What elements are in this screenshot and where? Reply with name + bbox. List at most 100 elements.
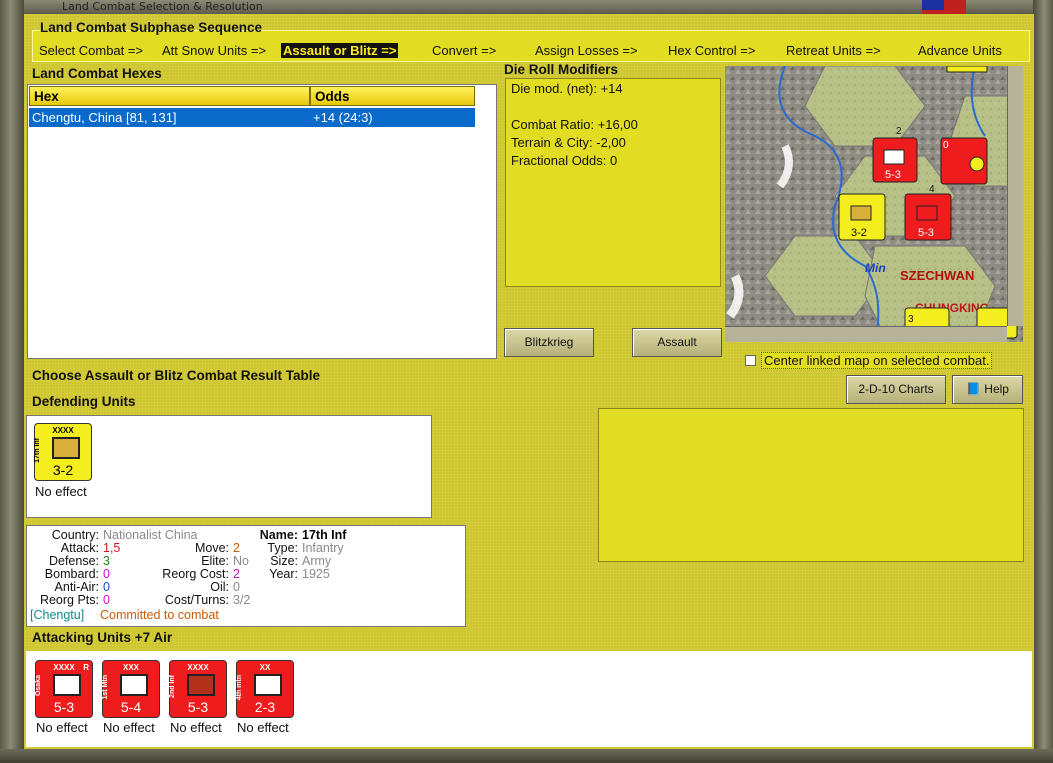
- mod-line: Terrain & City: -2,00: [511, 135, 626, 150]
- step-select-combat[interactable]: Select Combat =>: [39, 43, 143, 58]
- map-unit-number: 3: [908, 314, 914, 325]
- info-key: Elite:: [201, 554, 229, 568]
- info-key: Cost/Turns:: [164, 593, 229, 607]
- choose-crt-label: Choose Assault or Blitz Combat Result Ta…: [32, 368, 321, 383]
- book-icon: 📘: [966, 382, 981, 396]
- attacking-unit-counter[interactable]: XXXX R Osaka 5-3: [35, 660, 93, 718]
- info-key: Name:: [259, 528, 298, 542]
- attacking-unit-counter[interactable]: XXX 1st Mtn 5-4: [102, 660, 160, 718]
- window-frame-left: [0, 0, 24, 763]
- info-key: Bombard:: [44, 567, 99, 581]
- info-defense: 3: [103, 554, 110, 568]
- info-key: Oil:: [210, 580, 229, 594]
- mountain-infantry-icon: [120, 674, 148, 696]
- svg-text:3-2: 3-2: [851, 227, 867, 239]
- mod-line: Fractional Odds: 0: [511, 153, 618, 168]
- unit-strength: 3-2: [52, 462, 74, 478]
- info-year: 1925: [302, 567, 330, 581]
- unit-name: Osaka: [35, 675, 42, 697]
- table-row[interactable]: Chengtu, China [81, 131] +14 (24:3): [29, 108, 475, 127]
- info-key: Country:: [51, 528, 99, 542]
- attacking-effect: No effect: [103, 720, 155, 735]
- window-frame-bottom: [0, 749, 1053, 763]
- attacking-unit-counter[interactable]: XX 4th mtn 2-3: [236, 660, 294, 718]
- defending-unit-counter[interactable]: XXXX 17th Inf 3-2: [34, 423, 92, 481]
- info-oil: 0: [233, 580, 240, 594]
- assault-button[interactable]: Assault: [632, 328, 722, 357]
- map-unit-number: 4: [929, 184, 935, 195]
- info-key: Reorg Pts:: [39, 593, 99, 607]
- svg-text:5-3: 5-3: [885, 169, 901, 181]
- hex-cell: Chengtu, China [81, 131]: [32, 110, 177, 125]
- map-vertical-scrollbar[interactable]: [1007, 66, 1023, 326]
- unit-info-panel: Country: Nationalist China Attack: 1,5 D…: [26, 525, 466, 627]
- info-key: Defense:: [48, 554, 99, 568]
- unit-strength: 5-4: [120, 699, 142, 715]
- step-retreat-units[interactable]: Retreat Units =>: [786, 43, 881, 58]
- info-key: Anti-Air:: [54, 580, 99, 594]
- mod-line: Die mod. (net): +14: [511, 81, 623, 96]
- unit-strength: 5-3: [53, 699, 75, 715]
- info-reorg-pts: 0: [103, 593, 110, 607]
- unit-name: 4th mtn: [236, 675, 243, 701]
- unit-name: 1st Mtn: [102, 675, 109, 700]
- info-location: [Chengtu]: [30, 608, 85, 622]
- unit-size: XXXX: [187, 663, 209, 672]
- step-assign-losses[interactable]: Assign Losses =>: [535, 43, 638, 58]
- help-label: Help: [984, 382, 1009, 396]
- window-frame-right: [1033, 0, 1053, 763]
- title-bar: Land Combat Selection & Resolution: [0, 0, 1053, 14]
- map-svg: Min SZECHWAN CHUNGKING 5-3 5-3 3-2 2 4 0…: [725, 66, 1023, 342]
- attacking-effect: No effect: [170, 720, 222, 735]
- info-key: Reorg Cost:: [162, 567, 229, 581]
- column-hex[interactable]: Hex: [29, 86, 310, 106]
- modifiers-panel: Die mod. (net): +14 Combat Ratio: +16,00…: [505, 78, 721, 287]
- combat-result-panel: [598, 408, 1024, 562]
- info-key: Move:: [194, 541, 229, 555]
- step-advance-units[interactable]: Advance Units: [918, 43, 1002, 58]
- window-title: Land Combat Selection & Resolution: [62, 0, 263, 13]
- defending-effect: No effect: [35, 484, 87, 499]
- linked-map[interactable]: Min SZECHWAN CHUNGKING 5-3 5-3 3-2 2 4 0…: [725, 66, 1023, 342]
- attacking-unit-counter[interactable]: XXXX 2nd Inf 5-3: [169, 660, 227, 718]
- unit-strength: 2-3: [254, 699, 276, 715]
- map-horizontal-scrollbar[interactable]: [725, 326, 1007, 342]
- infantry-icon: [187, 674, 215, 696]
- info-key: Attack:: [60, 541, 99, 555]
- charts-button[interactable]: 2-D-10 Charts: [846, 375, 946, 404]
- hexes-title: Land Combat Hexes: [32, 66, 162, 81]
- info-key: Size:: [270, 554, 298, 568]
- svg-text:5-3: 5-3: [918, 227, 934, 239]
- map-unit-number: 0: [943, 140, 949, 151]
- step-assault-blitz[interactable]: Assault or Blitz =>: [281, 43, 399, 58]
- info-attack: 1,5: [103, 541, 121, 555]
- unit-flag: R: [83, 663, 89, 672]
- info-status: Committed to combat: [100, 608, 219, 622]
- info-cost-turns: 3/2: [233, 593, 251, 607]
- mech-icon: [53, 674, 81, 696]
- step-convert[interactable]: Convert =>: [432, 43, 496, 58]
- info-country: Nationalist China: [103, 528, 198, 542]
- attacking-effect: No effect: [237, 720, 289, 735]
- center-map-label[interactable]: Center linked map on selected combat.: [761, 352, 993, 369]
- map-label-szechwan: SZECHWAN: [900, 268, 974, 283]
- center-map-checkbox[interactable]: [745, 355, 756, 366]
- attacking-effect: No effect: [36, 720, 88, 735]
- info-bombard: 0: [103, 567, 110, 581]
- step-att-snow[interactable]: Att Snow Units =>: [162, 43, 266, 58]
- unit-size: XXX: [122, 663, 139, 672]
- infantry-icon: [52, 437, 80, 459]
- info-antiair: 0: [103, 580, 110, 594]
- info-size: Army: [302, 554, 332, 568]
- help-button[interactable]: 📘 Help: [952, 375, 1023, 404]
- unit-strength: 5-3: [187, 699, 209, 715]
- step-hex-control[interactable]: Hex Control =>: [668, 43, 755, 58]
- main-panel: Land Combat Subphase Sequence Select Com…: [24, 14, 1034, 749]
- blitzkrieg-button[interactable]: Blitzkrieg: [504, 328, 594, 357]
- map-label-min: Min: [865, 261, 886, 275]
- info-reorg-cost: 2: [233, 567, 240, 581]
- nation-flag-icon: [922, 0, 966, 15]
- column-odds[interactable]: Odds: [310, 86, 475, 106]
- info-move: 2: [233, 541, 240, 555]
- info-key: Type:: [267, 541, 298, 555]
